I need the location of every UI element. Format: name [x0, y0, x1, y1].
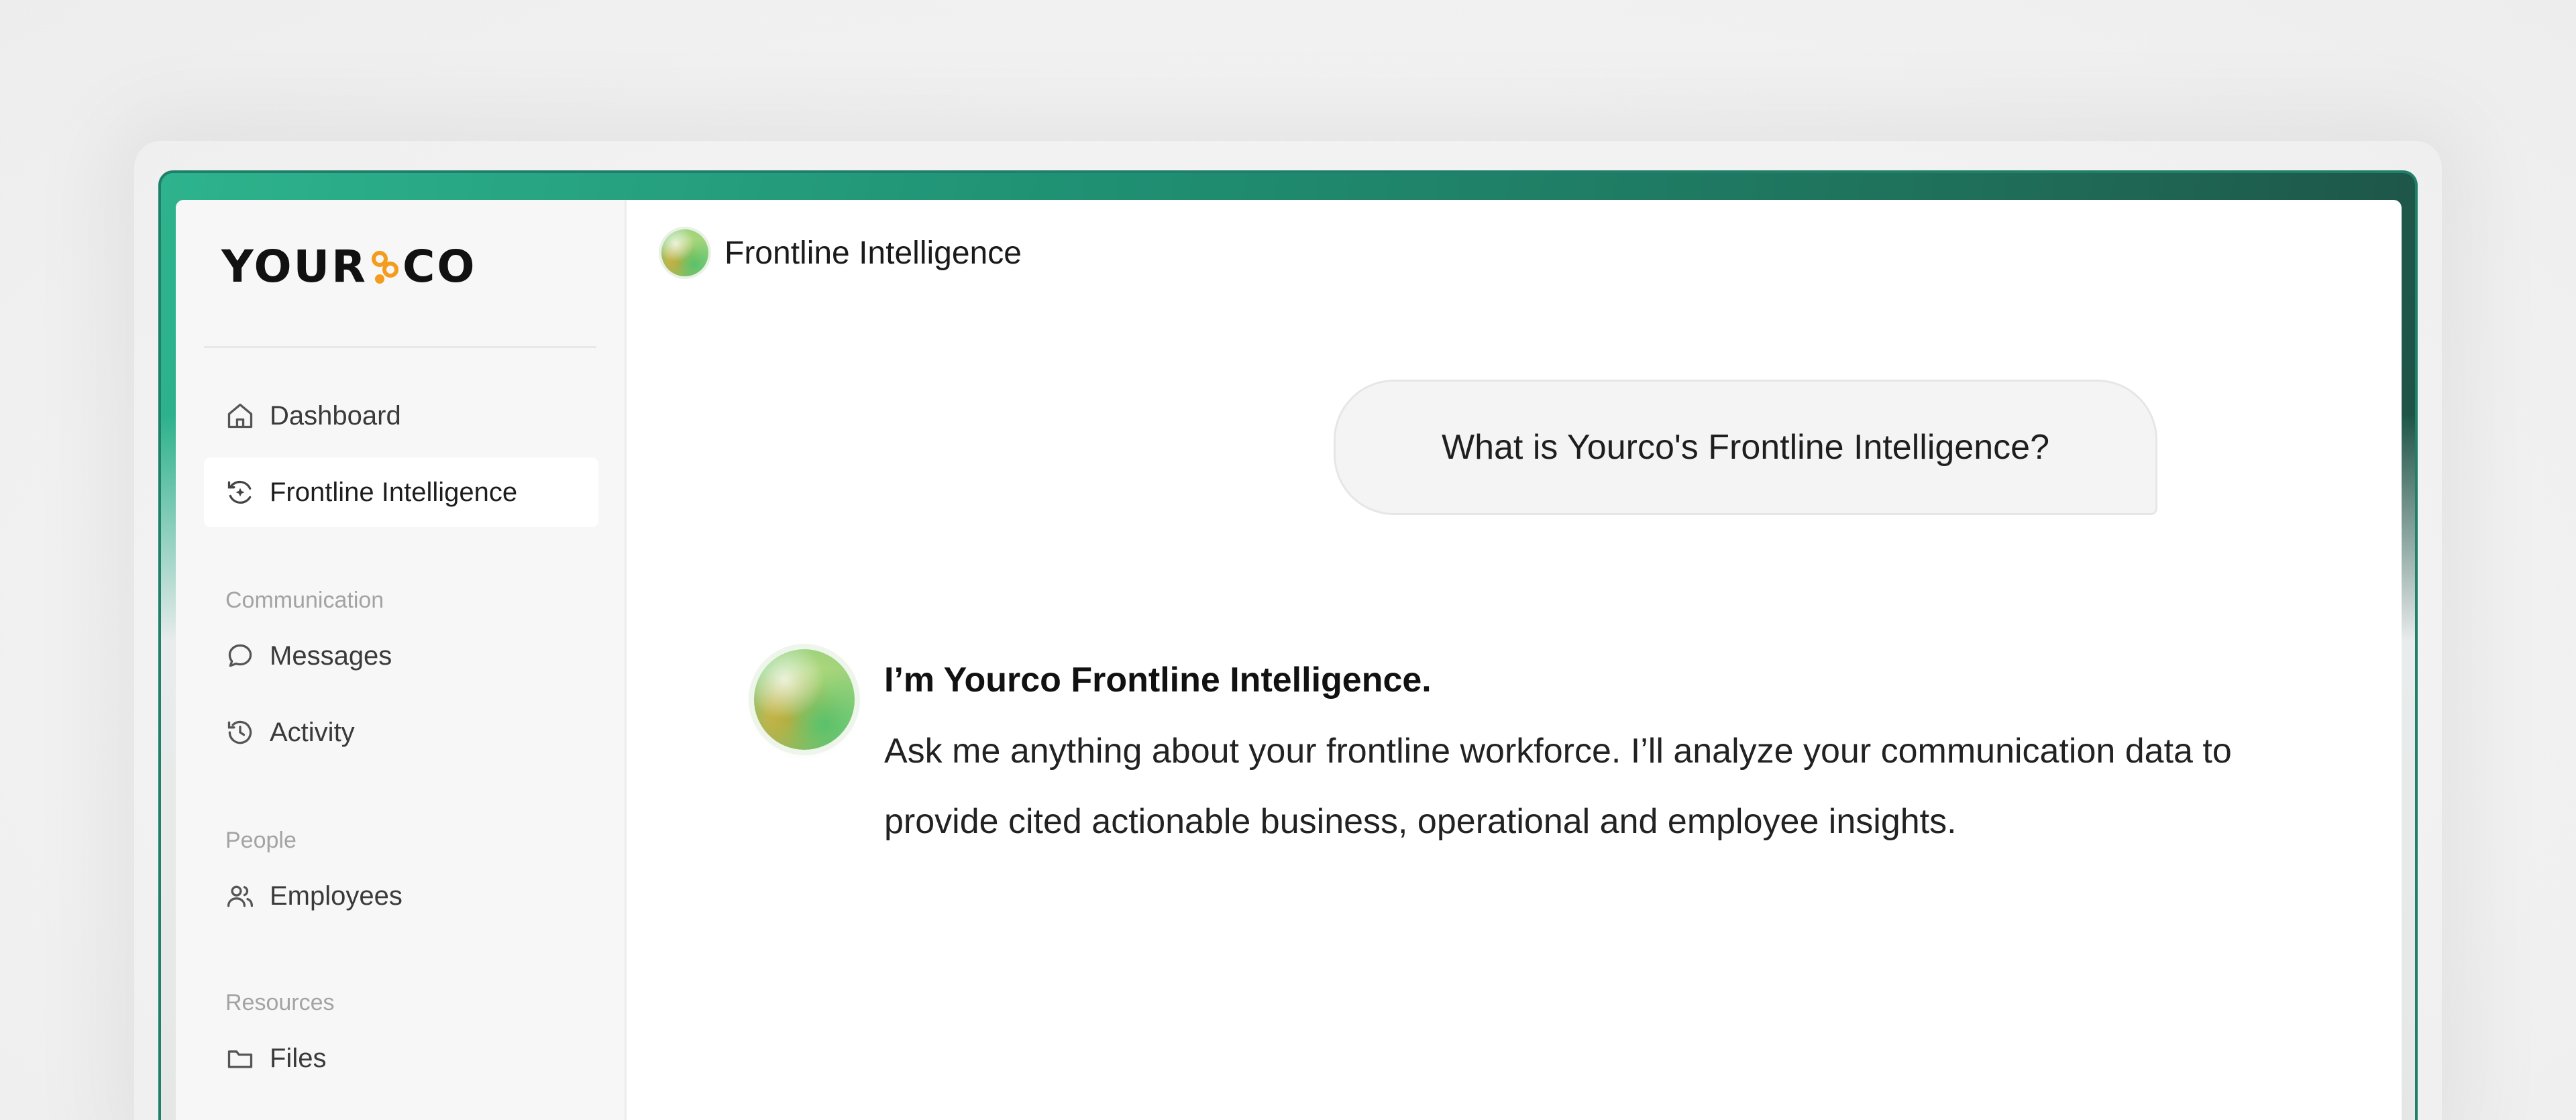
- history-icon: [225, 718, 255, 747]
- ai-orb-icon: [661, 229, 708, 276]
- folder-icon: [225, 1044, 255, 1073]
- user-message-bubble: What is Yourco's Frontline Intelligence?: [1334, 380, 2157, 515]
- section-label-communication: Communication: [225, 587, 384, 613]
- assistant-message: I’m Yourco Frontline Intelligence. Ask m…: [884, 653, 2306, 857]
- section-label-people: People: [225, 828, 297, 853]
- home-icon: [225, 401, 255, 431]
- sidebar-item-employees[interactable]: Employees: [204, 861, 598, 931]
- page-title: Frontline Intelligence: [724, 235, 1022, 271]
- app-window: YOUR CO Dashboard Frontline Intelligence…: [176, 200, 2402, 1120]
- sidebar-item-label: Frontline Intelligence: [270, 477, 518, 507]
- user-message-text: What is Yourco's Frontline Intelligence?: [1442, 428, 2049, 467]
- section-label-resources: Resources: [225, 990, 335, 1015]
- chat-bubble-icon: [225, 641, 255, 671]
- assistant-message-body: Ask me anything about your frontline wor…: [884, 732, 2232, 841]
- main-content: Frontline Intelligence What is Yourco's …: [627, 200, 2402, 1120]
- sidebar-item-label: Activity: [270, 717, 355, 747]
- sidebar-item-files[interactable]: Files: [204, 1023, 598, 1093]
- sidebar-item-label: Files: [270, 1043, 327, 1073]
- sidebar: YOUR CO Dashboard Frontline Intelligence…: [176, 200, 627, 1120]
- sidebar-divider: [204, 346, 596, 348]
- sidebar-item-label: Messages: [270, 640, 392, 671]
- assistant-avatar-icon: [754, 649, 855, 750]
- sidebar-item-label: Dashboard: [270, 400, 401, 431]
- sidebar-item-messages[interactable]: Messages: [204, 621, 598, 691]
- sidebar-item-activity[interactable]: Activity: [204, 697, 598, 767]
- users-icon: [225, 881, 255, 911]
- logo-text-right: CO: [402, 240, 477, 292]
- logo-mark-icon: [370, 246, 400, 286]
- sidebar-item-label: Employees: [270, 881, 402, 911]
- sparkle-refresh-icon: [225, 478, 255, 507]
- logo-text-left: YOUR: [221, 240, 368, 292]
- sidebar-item-frontline-intelligence[interactable]: Frontline Intelligence: [204, 457, 598, 527]
- sidebar-item-dashboard[interactable]: Dashboard: [204, 381, 598, 451]
- page-header: Frontline Intelligence: [661, 229, 1022, 276]
- logo[interactable]: YOUR CO: [221, 240, 477, 292]
- assistant-message-title: I’m Yourco Frontline Intelligence.: [884, 661, 1432, 699]
